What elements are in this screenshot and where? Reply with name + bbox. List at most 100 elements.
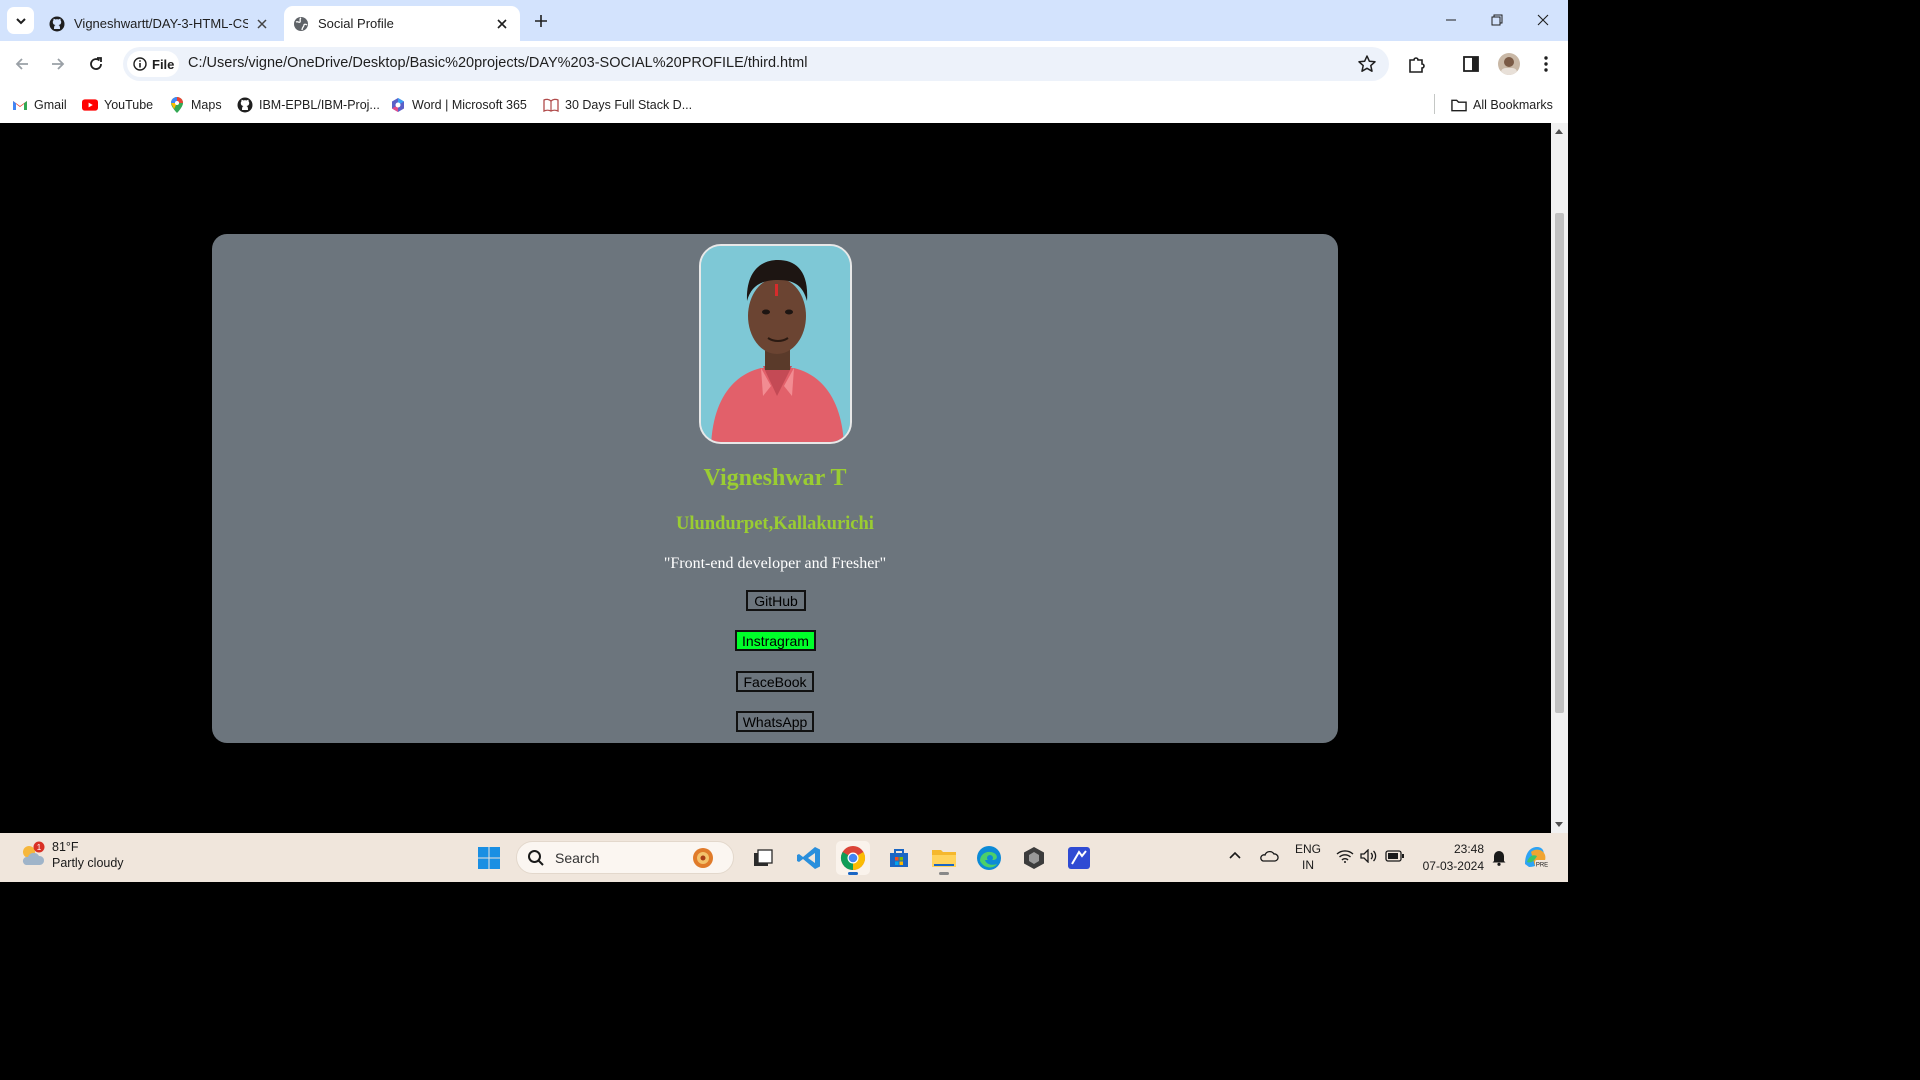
chrome-app[interactable] (836, 841, 870, 875)
scrollbar-thumb[interactable] (1555, 213, 1564, 713)
speaker-icon (1360, 848, 1377, 864)
taskbar-search[interactable]: Search (516, 841, 734, 874)
bookmark-word-365[interactable]: Word | Microsoft 365 (390, 95, 527, 115)
edge-app[interactable] (972, 841, 1006, 875)
tab-title: Vigneshwartt/DAY-3-HTML-CSS (74, 16, 248, 31)
windows-taskbar: 1 81°F Partly cloudy Search ENG IN 23:48… (0, 833, 1568, 882)
site-info-chip[interactable]: File (127, 51, 179, 77)
whatsapp-button[interactable]: WhatsApp (736, 711, 814, 732)
arrow-right-icon (52, 58, 65, 70)
language-indicator[interactable]: ENG IN (1295, 841, 1321, 873)
url-text[interactable]: C:/Users/vigne/OneDrive/Desktop/Basic%20… (188, 55, 807, 71)
kebab-menu-icon (1544, 56, 1548, 72)
bookmark-star-icon[interactable] (1357, 54, 1377, 74)
globe-icon (294, 16, 308, 31)
arrow-left-icon (15, 58, 28, 70)
close-window-button[interactable] (1520, 6, 1566, 34)
copilot-button[interactable]: PRE (1521, 844, 1549, 873)
store-icon (890, 849, 908, 867)
wifi-button[interactable] (1336, 849, 1354, 866)
task-view-icon (754, 849, 773, 866)
plus-icon (535, 15, 547, 27)
weather-condition: Partly cloudy (52, 856, 124, 870)
restore-icon (1491, 14, 1503, 26)
wifi-icon (1336, 850, 1354, 863)
task-view-button[interactable] (746, 841, 780, 875)
browser-menu-button[interactable] (1535, 53, 1557, 75)
clock-time: 23:48 (1453, 842, 1484, 856)
notifications-button[interactable] (1491, 848, 1507, 869)
clock-date: 07-03-2024 (1422, 859, 1484, 873)
back-button[interactable] (8, 50, 36, 78)
volume-button[interactable] (1360, 848, 1378, 866)
store-app[interactable] (882, 841, 916, 875)
weather-widget[interactable]: 1 81°F Partly cloudy (18, 839, 124, 871)
close-icon[interactable] (254, 16, 270, 32)
profile-avatar[interactable] (1498, 53, 1520, 75)
battery-button[interactable] (1385, 850, 1405, 865)
github-button[interactable]: GitHub (746, 590, 806, 611)
vscode-app[interactable] (792, 841, 826, 875)
page-viewport: Vigneshwar T Ulundurpet,Kallakurichi "Fr… (0, 123, 1551, 833)
new-tab-button[interactable] (528, 8, 554, 34)
running-indicator (939, 872, 949, 875)
profile-tagline: "Front-end developer and Fresher" (663, 555, 887, 572)
bookmark-label: 30 Days Full Stack D... (565, 98, 693, 112)
bookmark-30-days[interactable]: 30 Days Full Stack D... (543, 95, 692, 115)
facebook-button[interactable]: FaceBook (736, 671, 814, 692)
bookmark-label: IBM-EPBL/IBM-Proj... (259, 98, 380, 112)
show-hidden-icons-button[interactable] (1228, 849, 1242, 863)
language-code: ENG (1295, 842, 1322, 856)
file-explorer-app[interactable] (927, 841, 961, 875)
side-panel-button[interactable] (1460, 53, 1482, 75)
scroll-down-icon[interactable] (1555, 822, 1563, 827)
weather-temperature: 81°F (52, 840, 79, 854)
profile-card: Vigneshwar T Ulundurpet,Kallakurichi "Fr… (212, 234, 1338, 743)
puzzle-icon (1409, 57, 1425, 73)
edge-icon (977, 846, 1001, 870)
vscode-icon (797, 847, 820, 869)
vertical-scrollbar[interactable] (1551, 123, 1568, 833)
close-icon[interactable] (494, 16, 510, 32)
youtube-icon (82, 97, 98, 113)
info-icon (133, 57, 147, 71)
restore-button[interactable] (1474, 6, 1520, 34)
address-bar[interactable]: File C:/Users/vigne/OneDrive/Desktop/Bas… (123, 47, 1389, 81)
language-region: IN (1302, 858, 1314, 872)
onedrive-button[interactable] (1259, 849, 1279, 866)
bookmark-label: Gmail (34, 98, 67, 112)
instagram-button[interactable]: Instragram (735, 630, 816, 651)
bookmark-gmail[interactable]: Gmail (12, 95, 67, 115)
copilot-icon: PRE (1525, 847, 1549, 869)
active-indicator (848, 872, 858, 875)
start-button[interactable] (472, 841, 506, 875)
bookmark-label: Word | Microsoft 365 (412, 98, 527, 112)
bookmark-maps[interactable]: Maps (169, 95, 222, 115)
svg-text:PRE: PRE (1536, 863, 1548, 869)
tab-search-button[interactable] (7, 7, 34, 34)
avatar-icon (1501, 57, 1517, 75)
chevron-down-icon (15, 17, 26, 24)
search-icon (528, 849, 544, 866)
reload-button[interactable] (82, 50, 110, 78)
weather-badge: 1 (37, 843, 42, 852)
scroll-up-icon[interactable] (1555, 129, 1563, 134)
system-clock[interactable]: 23:48 07-03-2024 (1412, 841, 1484, 875)
all-bookmarks-button[interactable]: All Bookmarks (1451, 95, 1553, 115)
tab-github[interactable]: Vigneshwartt/DAY-3-HTML-CSS (40, 6, 280, 41)
bookmark-ibm-epbl[interactable]: IBM-EPBL/IBM-Proj... (237, 95, 380, 115)
scheme-label: File (152, 56, 175, 72)
person-portrait-icon (701, 246, 850, 442)
tab-social-profile[interactable]: Social Profile (284, 6, 520, 41)
minimize-button[interactable] (1428, 6, 1474, 34)
extensions-button[interactable] (1406, 53, 1428, 75)
app-notepad-plus[interactable] (1062, 841, 1096, 875)
hexagon-app-icon (1024, 847, 1044, 869)
app-hexagon[interactable] (1017, 841, 1051, 875)
tab-title: Social Profile (318, 16, 394, 31)
bookmark-youtube[interactable]: YouTube (82, 95, 153, 115)
bookmark-label: Maps (191, 98, 222, 112)
forward-button[interactable] (44, 50, 72, 78)
battery-icon (1385, 850, 1404, 862)
maps-icon (169, 97, 185, 113)
